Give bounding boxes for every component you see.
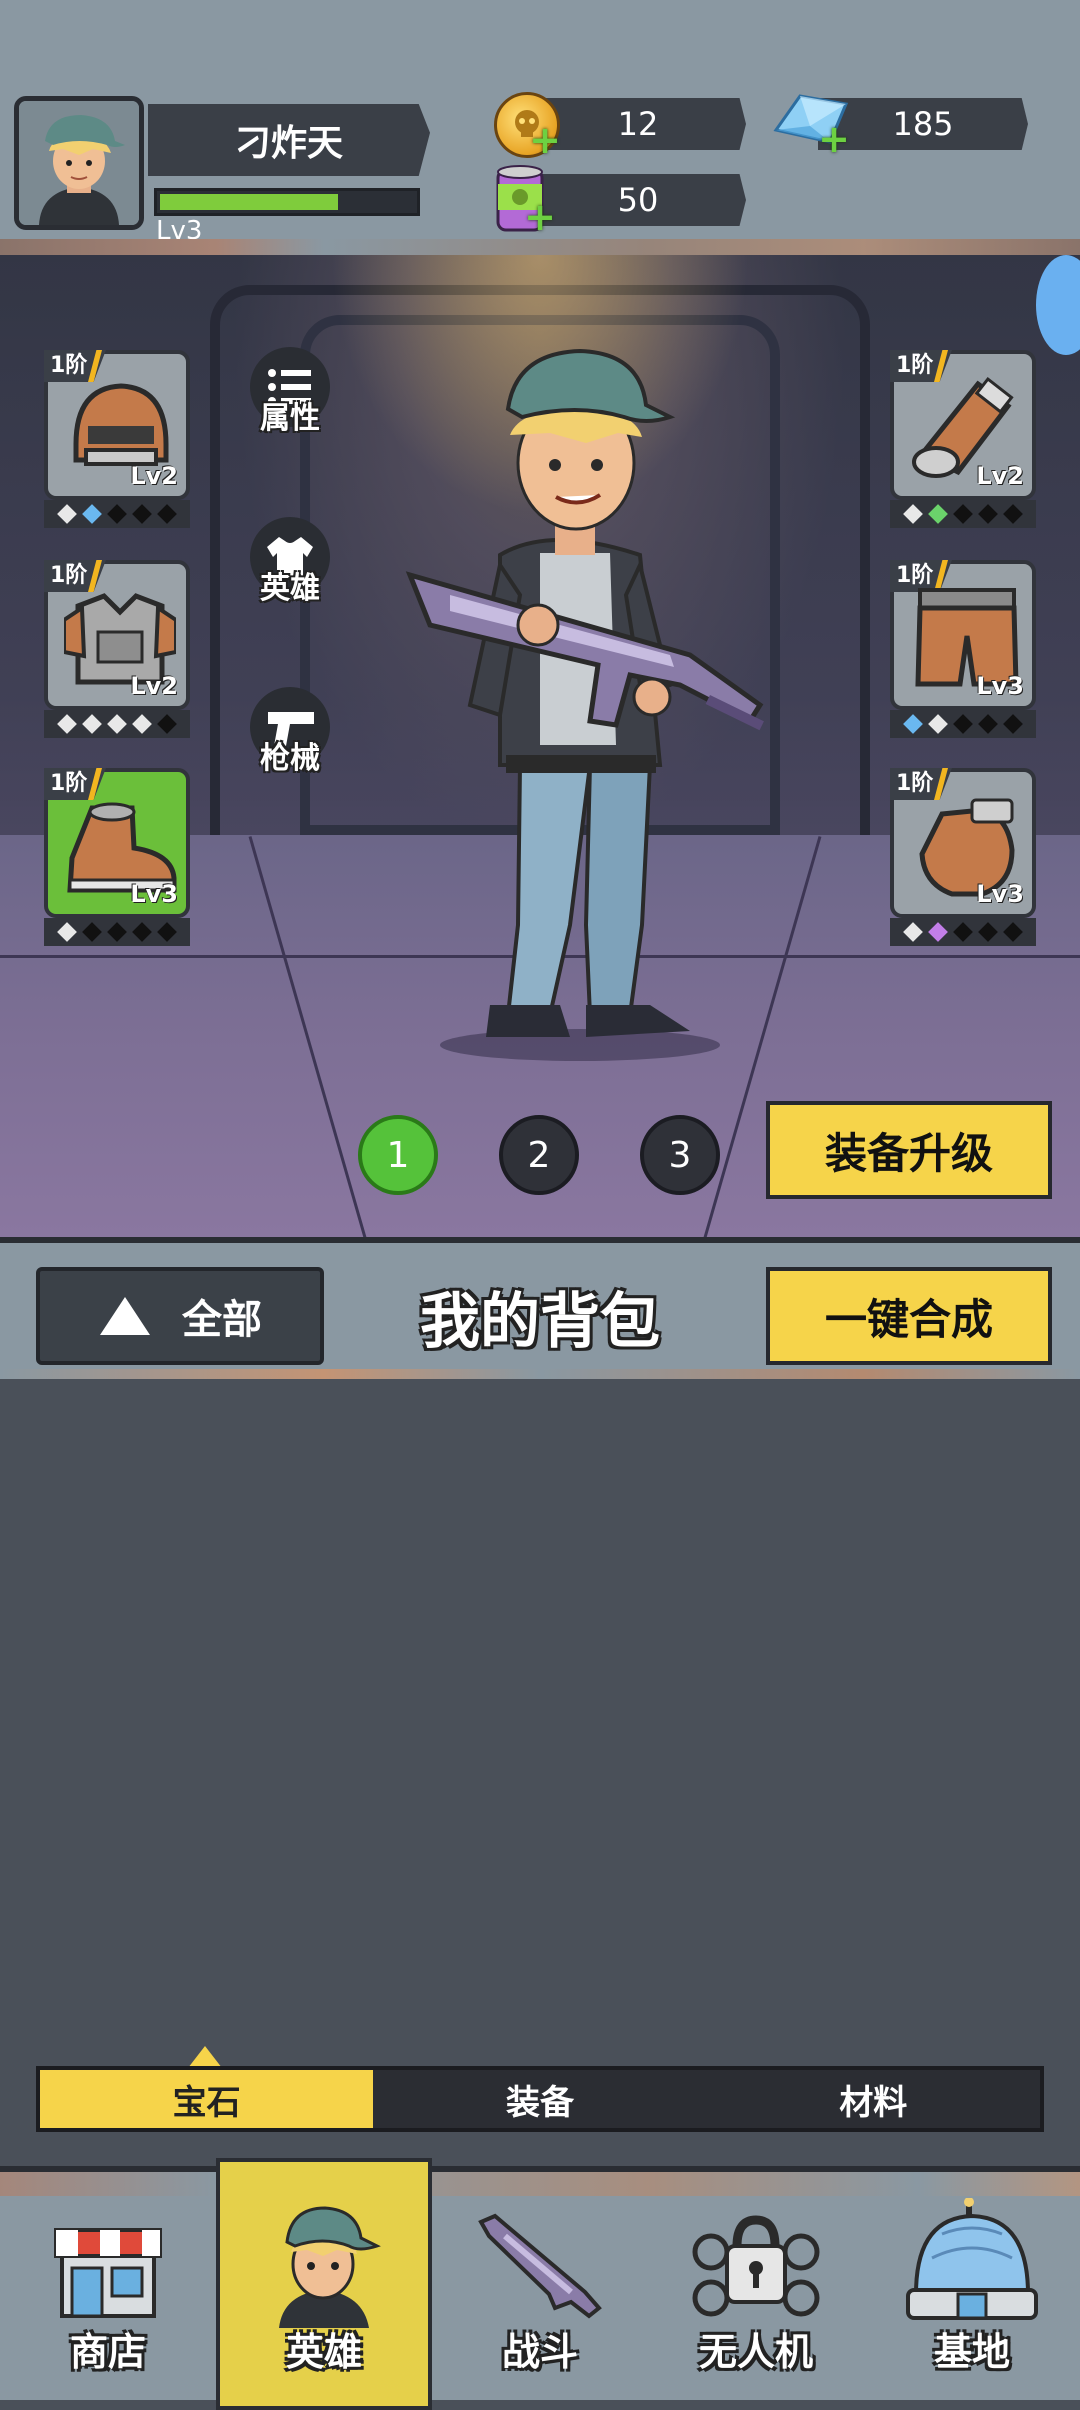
loadout-page-3[interactable]: 3 <box>640 1115 720 1195</box>
top-status-bar: 刁炸天 Lv3 12 + 185 + 50 + <box>0 0 1080 255</box>
equip-slot-helmet[interactable]: 1阶 Lv2 <box>44 350 190 528</box>
equip-slot-pants[interactable]: 1阶 Lv3 <box>890 560 1036 738</box>
gem-sockets <box>44 500 190 528</box>
attributes-button[interactable]: 属性 <box>230 347 350 437</box>
slot-level: Lv2 <box>130 462 178 490</box>
hero-display-room: 1阶 Lv2 1阶 Lv2 1阶 Lv3 1阶 Lv2 1阶 Lv3 1阶 Lv… <box>0 255 1080 1237</box>
gem-sockets <box>44 918 190 946</box>
nav-drone[interactable]: 无人机 <box>648 2172 864 2406</box>
diamond-icon[interactable]: + <box>770 90 850 160</box>
firearms-label: 枪械 <box>260 741 320 776</box>
base-dome-icon <box>906 2198 1038 2320</box>
slot-level: Lv3 <box>130 880 178 908</box>
nav-base[interactable]: 基地 <box>864 2172 1080 2406</box>
one-click-merge-button[interactable]: 一键合成 <box>766 1267 1052 1365</box>
loadout-page-1[interactable]: 1 <box>358 1115 438 1195</box>
equipment-upgrade-button[interactable]: 装备升级 <box>766 1101 1052 1199</box>
loadout-page-2[interactable]: 2 <box>499 1115 579 1195</box>
bottom-navigation: 商店 英雄 战斗 无人机 基地 <box>0 2158 1080 2410</box>
nav-shop-label: 商店 <box>69 2330 146 2374</box>
gem-sockets <box>890 500 1036 528</box>
energy-counter: 50 <box>530 174 746 226</box>
energy-can-icon[interactable]: + <box>488 160 558 238</box>
nav-hero-label: 英雄 <box>285 2330 362 2374</box>
gold-counter: 12 <box>530 98 746 150</box>
xp-bar <box>154 188 420 216</box>
triangle-up-icon <box>100 1297 150 1335</box>
player-avatar[interactable] <box>14 96 144 230</box>
nav-battle-label: 战斗 <box>501 2330 578 2374</box>
equip-slot-armor[interactable]: 1阶 Lv2 <box>44 560 190 738</box>
hero-portrait-icon <box>279 2206 381 2328</box>
slot-level: Lv3 <box>976 880 1024 908</box>
backpack-title: 我的背包 <box>420 1287 660 1357</box>
xp-bar-fill <box>160 194 338 210</box>
attributes-label: 属性 <box>260 401 320 436</box>
backpack-header: 全部 我的背包 一键合成 <box>0 1237 1080 1379</box>
shop-icon <box>54 2228 162 2318</box>
nav-shop[interactable]: 商店 <box>0 2172 216 2406</box>
tier-badge: 1阶 <box>44 768 106 800</box>
equip-slot-bracer[interactable]: 1阶 Lv2 <box>890 350 1036 528</box>
nav-drone-label: 无人机 <box>698 2330 813 2374</box>
gem-sockets <box>890 710 1036 738</box>
tab-equipment[interactable]: 装备 <box>373 2070 706 2128</box>
player-level: Lv3 <box>156 216 203 246</box>
player-portrait-icon <box>19 101 139 225</box>
tab-materials[interactable]: 材料 <box>707 2070 1040 2128</box>
backpack-tabs: 宝石 装备 材料 <box>36 2066 1044 2132</box>
nav-hero[interactable]: 英雄 <box>216 2158 432 2410</box>
gold-coin-icon[interactable]: + <box>494 92 561 159</box>
rifle-icon <box>478 2213 602 2319</box>
hero-skin-label: 英雄 <box>260 571 320 606</box>
slot-level: Lv3 <box>976 672 1024 700</box>
firearms-button[interactable]: 枪械 <box>230 687 350 777</box>
drone-locked-icon <box>692 2215 820 2317</box>
equip-slot-gloves[interactable]: 1阶 Lv3 <box>890 768 1036 946</box>
nav-base-label: 基地 <box>933 2330 1010 2374</box>
hero-skin-button[interactable]: 英雄 <box>230 517 350 607</box>
equip-slot-boots[interactable]: 1阶 Lv3 <box>44 768 190 946</box>
backpack-grid <box>0 1379 1080 2166</box>
tab-gems[interactable]: 宝石 <box>40 2070 374 2128</box>
nav-battle[interactable]: 战斗 <box>432 2172 648 2406</box>
filter-all-button[interactable]: 全部 <box>36 1267 324 1365</box>
gem-sockets <box>44 710 190 738</box>
slot-level: Lv2 <box>976 462 1024 490</box>
gem-sockets <box>890 918 1036 946</box>
filter-all-label: 全部 <box>182 1297 262 1343</box>
slot-level: Lv2 <box>130 672 178 700</box>
hero-character[interactable] <box>390 325 810 1065</box>
player-name[interactable]: 刁炸天 <box>148 104 430 176</box>
